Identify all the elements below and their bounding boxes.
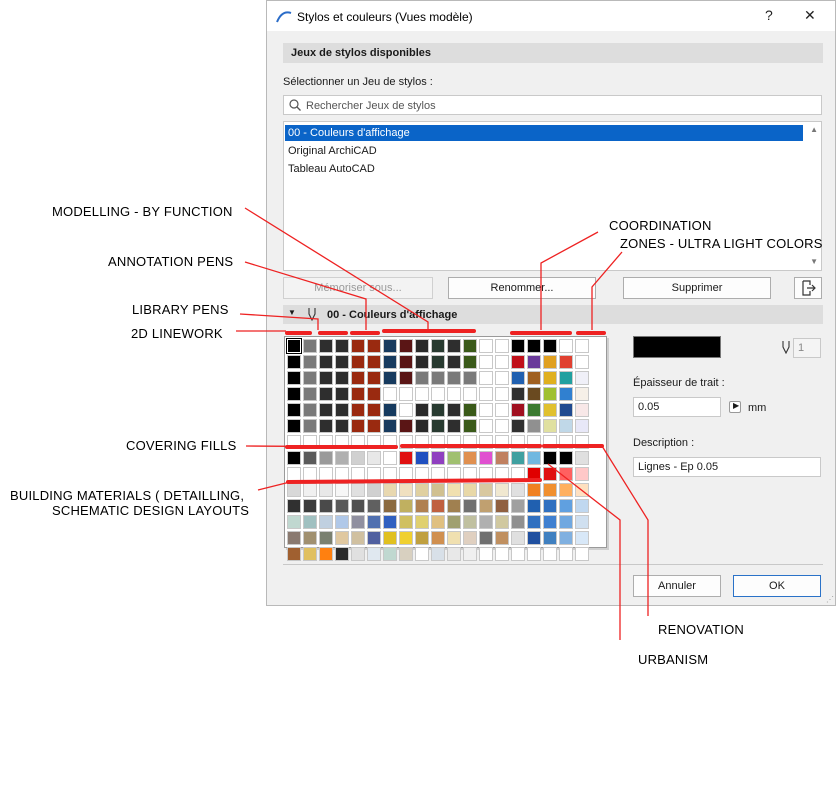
annotation-covering-fills: COVERING FILLS (126, 438, 237, 453)
annotation-building-materials: BUILDING MATERIALS ( DETAILLING, (10, 488, 245, 503)
annotation-urbanism: URBANISM (638, 652, 709, 667)
annotation-coordination: COORDINATION (609, 218, 712, 233)
annotation-lines (236, 207, 649, 640)
annotation-library-pens: LIBRARY PENS (132, 302, 229, 317)
annotation-building-materials-2: SCHEMATIC DESIGN LAYOUTS (52, 503, 250, 518)
annotation-2d-linework: 2D LINEWORK (131, 326, 223, 341)
annotation-modelling: MODELLING - BY FUNCTION (52, 204, 233, 219)
annotation-renovation: RENOVATION (658, 622, 745, 637)
annotation-zones: ZONES - ULTRA LIGHT COLORS (620, 236, 823, 251)
annotation-annotation-pens: ANNOTATION PENS (108, 254, 234, 269)
